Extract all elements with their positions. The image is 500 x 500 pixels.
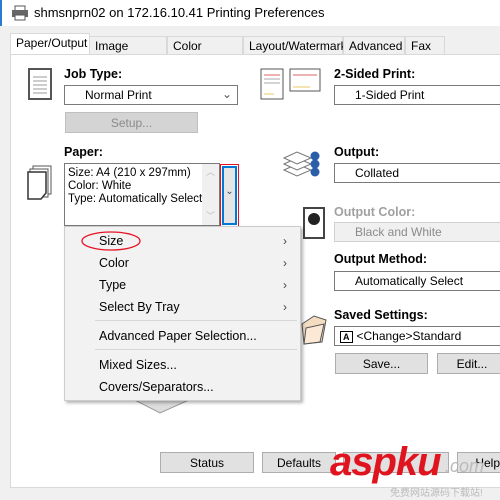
two-sided-select[interactable]: 1-Sided Print	[334, 85, 500, 105]
menu-item-size[interactable]: Size	[99, 234, 123, 248]
folder-icon	[301, 315, 327, 345]
output-select[interactable]: Collated	[334, 163, 500, 183]
tab-fax[interactable]: Fax	[405, 36, 445, 54]
output-color-label: Output Color:	[334, 205, 416, 219]
paper-icon	[27, 165, 52, 200]
edit-button[interactable]: Edit...	[437, 353, 500, 374]
collate-icon	[283, 151, 320, 177]
tab-advanced[interactable]: Advanced	[343, 36, 405, 54]
scroll-up-icon[interactable]: ︿	[206, 166, 215, 179]
saved-settings-select[interactable]: A <Change>Standard	[334, 326, 500, 346]
job-type-label: Job Type:	[64, 67, 123, 81]
printer-icon	[12, 5, 28, 21]
tab-layout-watermark[interactable]: Layout/Watermark	[243, 36, 347, 54]
two-sided-print-icon	[260, 68, 321, 100]
chevron-down-icon: ⌄	[221, 87, 232, 101]
chevron-right-icon: ›	[283, 256, 287, 270]
save-button[interactable]: Save...	[335, 353, 428, 374]
menu-item-select-by-tray[interactable]: Select By Tray	[99, 300, 180, 314]
menu-item-mixed-sizes[interactable]: Mixed Sizes...	[99, 358, 177, 372]
settings-a-icon: A	[340, 331, 353, 343]
chevron-right-icon: ›	[283, 234, 287, 248]
scroll-down-icon[interactable]: ﹀	[206, 210, 215, 223]
watermark-logo: aspku .com 免费网站源码下载站!	[330, 440, 485, 499]
output-method-select[interactable]: Automatically Select	[334, 271, 500, 291]
tab-image-options[interactable]: Image Options	[89, 36, 167, 67]
status-button[interactable]: Status	[160, 452, 254, 473]
window-title: shmsnprn02 on 172.16.10.41 Printing Pref…	[34, 5, 325, 20]
menu-separator	[95, 320, 297, 321]
title-bar: shmsnprn02 on 172.16.10.41 Printing Pref…	[0, 0, 500, 26]
tab-paper-output[interactable]: Paper/Output	[10, 33, 90, 55]
menu-item-advanced-paper-selection[interactable]: Advanced Paper Selection...	[99, 329, 257, 343]
two-sided-label: 2-Sided Print:	[334, 67, 416, 81]
defaults-button[interactable]: Defaults	[262, 452, 336, 473]
scrollbar[interactable]: ︿ ﹀	[202, 164, 219, 225]
paper-context-menu: Size › Color › Type › Select By Tray › Advan…	[64, 226, 301, 401]
setup-button[interactable]: Setup...	[65, 112, 198, 133]
chevron-right-icon: ›	[283, 300, 287, 314]
saved-settings-value: <Change>Standard	[356, 329, 462, 343]
output-color-select[interactable]: Black and White	[334, 222, 500, 242]
chevron-right-icon: ›	[283, 278, 287, 292]
job-type-select[interactable]: Normal Print ⌄	[64, 85, 238, 105]
job-type-value: Normal Print	[85, 88, 152, 102]
paper-type-line: Type: Automatically Select	[68, 193, 203, 205]
output-method-label: Output Method:	[334, 252, 428, 266]
output-label: Output:	[334, 145, 380, 159]
paper-color-line: Color: White	[68, 180, 132, 192]
menu-item-covers-separators[interactable]: Covers/Separators...	[99, 380, 214, 394]
saved-settings-label: Saved Settings:	[334, 308, 428, 322]
menu-item-type[interactable]: Type	[99, 278, 126, 292]
menu-separator	[95, 349, 297, 350]
paper-dropdown-button[interactable]: ⌄	[220, 164, 239, 227]
paper-size-line: Size: A4 (210 x 297mm)	[68, 167, 191, 179]
tab-color-options[interactable]: Color Options	[167, 36, 243, 67]
paper-label: Paper:	[64, 145, 103, 159]
menu-item-color[interactable]: Color	[99, 256, 129, 270]
job-document-icon	[28, 68, 52, 100]
paper-summary-box[interactable]: Size: A4 (210 x 297mm) Color: White Type…	[64, 163, 220, 226]
chevron-down-icon: ⌄	[222, 166, 237, 225]
output-color-icon	[303, 207, 325, 239]
